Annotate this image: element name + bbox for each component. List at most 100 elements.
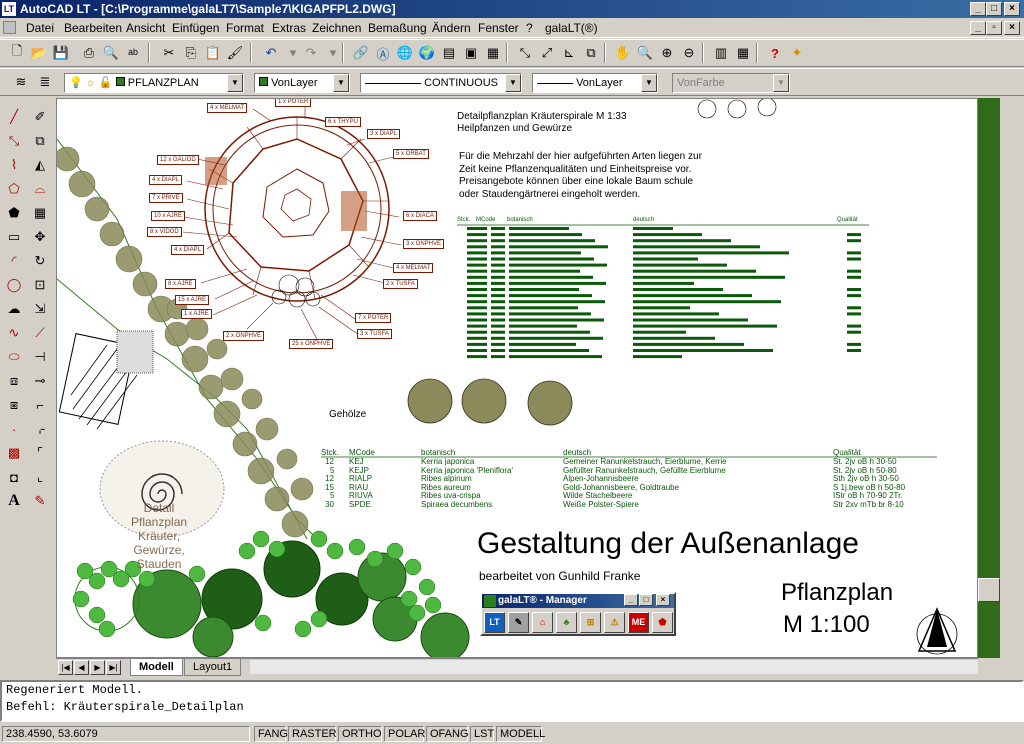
- erase-tool-icon[interactable]: ✐: [29, 106, 51, 128]
- color-dropdown[interactable]: VonLayer ▼: [254, 73, 350, 93]
- scrollbar-track[interactable]: [980, 98, 998, 658]
- manager-minimize-button[interactable]: _: [624, 594, 638, 606]
- chevron-down-icon[interactable]: ▼: [641, 74, 657, 92]
- plant-label[interactable]: 4 x DIAPL: [149, 175, 183, 185]
- region-tool-icon[interactable]: ◘: [3, 466, 25, 488]
- chevron-down-icon[interactable]: ▼: [333, 74, 349, 92]
- zoom-realtime-icon[interactable]: 🔍: [634, 42, 656, 64]
- document-icon[interactable]: [3, 21, 16, 34]
- menu-zeichnen[interactable]: Zeichnen: [312, 21, 361, 35]
- arc-tool-icon[interactable]: ◜: [3, 250, 25, 272]
- plant-label[interactable]: 1 x AJRE: [181, 309, 212, 319]
- toggle-ofang[interactable]: OFANG: [426, 726, 469, 742]
- linetype-dropdown[interactable]: CONTINUOUS ▼: [360, 73, 522, 93]
- properties-icon[interactable]: ▥: [710, 42, 732, 64]
- open-folder-icon[interactable]: 📂: [28, 42, 50, 64]
- etransmit-icon[interactable]: ▤: [438, 42, 460, 64]
- plant-label[interactable]: 7 x POTER: [355, 313, 392, 323]
- toggle-polar[interactable]: POLAR: [384, 726, 425, 742]
- ellipse-tool-icon[interactable]: ⬭: [3, 346, 25, 368]
- plant-label[interactable]: 10 x AJRE: [151, 211, 186, 221]
- revcloud-tool-icon[interactable]: ☁: [3, 298, 25, 320]
- scrollbar-thumb[interactable]: [978, 578, 1000, 602]
- tab-modell[interactable]: Modell: [130, 659, 183, 676]
- plant-label[interactable]: 2 x TUSFA: [383, 279, 418, 289]
- plant-label[interactable]: 8 x VIDOD: [147, 227, 182, 237]
- ucs-icon[interactable]: ⊾: [558, 42, 580, 64]
- menu-galalt[interactable]: galaLT(®): [545, 21, 598, 35]
- toggle-fang[interactable]: FANG: [254, 726, 288, 742]
- menu-datei[interactable]: Datei: [26, 21, 54, 35]
- polyline-tool-icon[interactable]: ⌇: [3, 154, 25, 176]
- fillet-tool-icon[interactable]: ⌌: [29, 418, 51, 440]
- manager-warning-button[interactable]: ⚠: [604, 612, 625, 633]
- help-icon[interactable]: ?: [764, 42, 786, 64]
- lineweight-dropdown[interactable]: VonLayer ▼: [532, 73, 658, 93]
- toggle-ortho[interactable]: ORTHO: [338, 726, 382, 742]
- menu-bearbeiten[interactable]: Bearbeiten: [64, 21, 122, 35]
- redo-dropdown-icon[interactable]: ▾: [322, 42, 344, 64]
- pan-icon[interactable]: ✋: [612, 42, 634, 64]
- redraw-icon[interactable]: ⧉: [580, 42, 602, 64]
- app-icon[interactable]: LT: [2, 2, 16, 16]
- make-layer-current-icon[interactable]: ≣: [34, 71, 56, 93]
- rectangle-tool-icon[interactable]: ▭: [3, 226, 25, 248]
- manager-edit-button[interactable]: ✎: [508, 612, 529, 633]
- plant-label[interactable]: 6 x DIACA: [403, 211, 438, 221]
- save-icon[interactable]: 💾: [50, 42, 72, 64]
- print-preview-icon[interactable]: 🔍: [100, 42, 122, 64]
- layer-dropdown[interactable]: 💡 ☼ 🔓 PFLANZPLAN ▼: [64, 73, 244, 93]
- hatch-tool-icon[interactable]: ▩: [3, 442, 25, 464]
- copy-icon[interactable]: ⎘: [180, 42, 202, 64]
- manager-title-bar[interactable]: galaLT® - Manager _ □ ×: [482, 594, 674, 608]
- close-button[interactable]: ×: [1004, 2, 1020, 16]
- circle-tool-icon[interactable]: ◯: [3, 274, 25, 296]
- manager-maximize-button[interactable]: □: [639, 594, 653, 606]
- cut-icon[interactable]: ✂: [158, 42, 180, 64]
- command-line[interactable]: Regeneriert Modell. Befehl: Kräuterspira…: [0, 680, 1024, 722]
- minimize-button[interactable]: _: [970, 2, 986, 16]
- maximize-button[interactable]: □: [986, 2, 1002, 16]
- manager-lt-button[interactable]: LT: [484, 612, 505, 633]
- plant-label[interactable]: 4 x MELMAT: [393, 263, 434, 273]
- rotate-tool-icon[interactable]: ↻: [29, 250, 51, 272]
- plant-label[interactable]: 12 x GALIOD: [157, 155, 199, 165]
- publish-icon[interactable]: 🌍: [416, 42, 438, 64]
- doc-close-button[interactable]: ×: [1004, 21, 1020, 35]
- plant-label[interactable]: 15 x AJRE: [175, 295, 210, 305]
- scale-tool-icon[interactable]: ⊡: [29, 274, 51, 296]
- plant-label[interactable]: 4 x MELMAT: [207, 103, 248, 113]
- break-tool-icon[interactable]: ⊸: [29, 370, 51, 392]
- plant-label[interactable]: 2 x ONPHVE: [223, 331, 265, 341]
- zoom-window-icon[interactable]: ⊕: [656, 42, 678, 64]
- vertical-scrollbar[interactable]: [978, 98, 1000, 658]
- toggle-modell[interactable]: MODELL: [496, 726, 545, 742]
- zoom-previous-icon[interactable]: ⊖: [678, 42, 700, 64]
- plant-label[interactable]: 4 x DIAPL: [171, 245, 205, 255]
- explode-tool-icon[interactable]: ⌜: [29, 442, 51, 464]
- redo-icon[interactable]: ↷: [300, 42, 322, 64]
- insert-block-icon[interactable]: ⧈: [3, 370, 25, 392]
- internet-icon[interactable]: Ⓐ: [372, 42, 394, 64]
- menu-format[interactable]: Format: [226, 21, 264, 35]
- object-snap-icon[interactable]: ⤢: [536, 42, 558, 64]
- doc-restore-button[interactable]: ▫: [986, 21, 1002, 35]
- offset-tool-icon[interactable]: ⌓: [29, 178, 51, 200]
- manager-me-button[interactable]: ME: [628, 612, 649, 633]
- polygon-shape-icon[interactable]: ⬟: [3, 202, 25, 224]
- edit-tool-icon[interactable]: ⌞: [29, 466, 51, 488]
- toggle-lst[interactable]: LST: [470, 726, 494, 742]
- toggle-raster[interactable]: RASTER: [288, 726, 337, 742]
- trim-tool-icon[interactable]: ⟋: [29, 322, 51, 344]
- plant-label[interactable]: 6 x THYPU: [325, 117, 361, 127]
- plant-label[interactable]: 25 x ONPHVE: [289, 339, 334, 349]
- horizontal-scrollbar[interactable]: [250, 660, 978, 674]
- menu-help[interactable]: ?: [526, 21, 533, 35]
- plant-label[interactable]: 5 x ORBAT: [393, 149, 429, 159]
- web-icon[interactable]: ▣: [460, 42, 482, 64]
- text-tool-icon[interactable]: A: [3, 490, 25, 512]
- plant-label[interactable]: 1 x POTER: [275, 99, 312, 107]
- drawing-canvas[interactable]: 4 x MELMAT 1 x POTER 6 x THYPU 3 x DIAPL…: [56, 98, 978, 658]
- plant-label[interactable]: 7 x PRIVE: [149, 193, 183, 203]
- menu-aendern[interactable]: Ändern: [432, 21, 471, 35]
